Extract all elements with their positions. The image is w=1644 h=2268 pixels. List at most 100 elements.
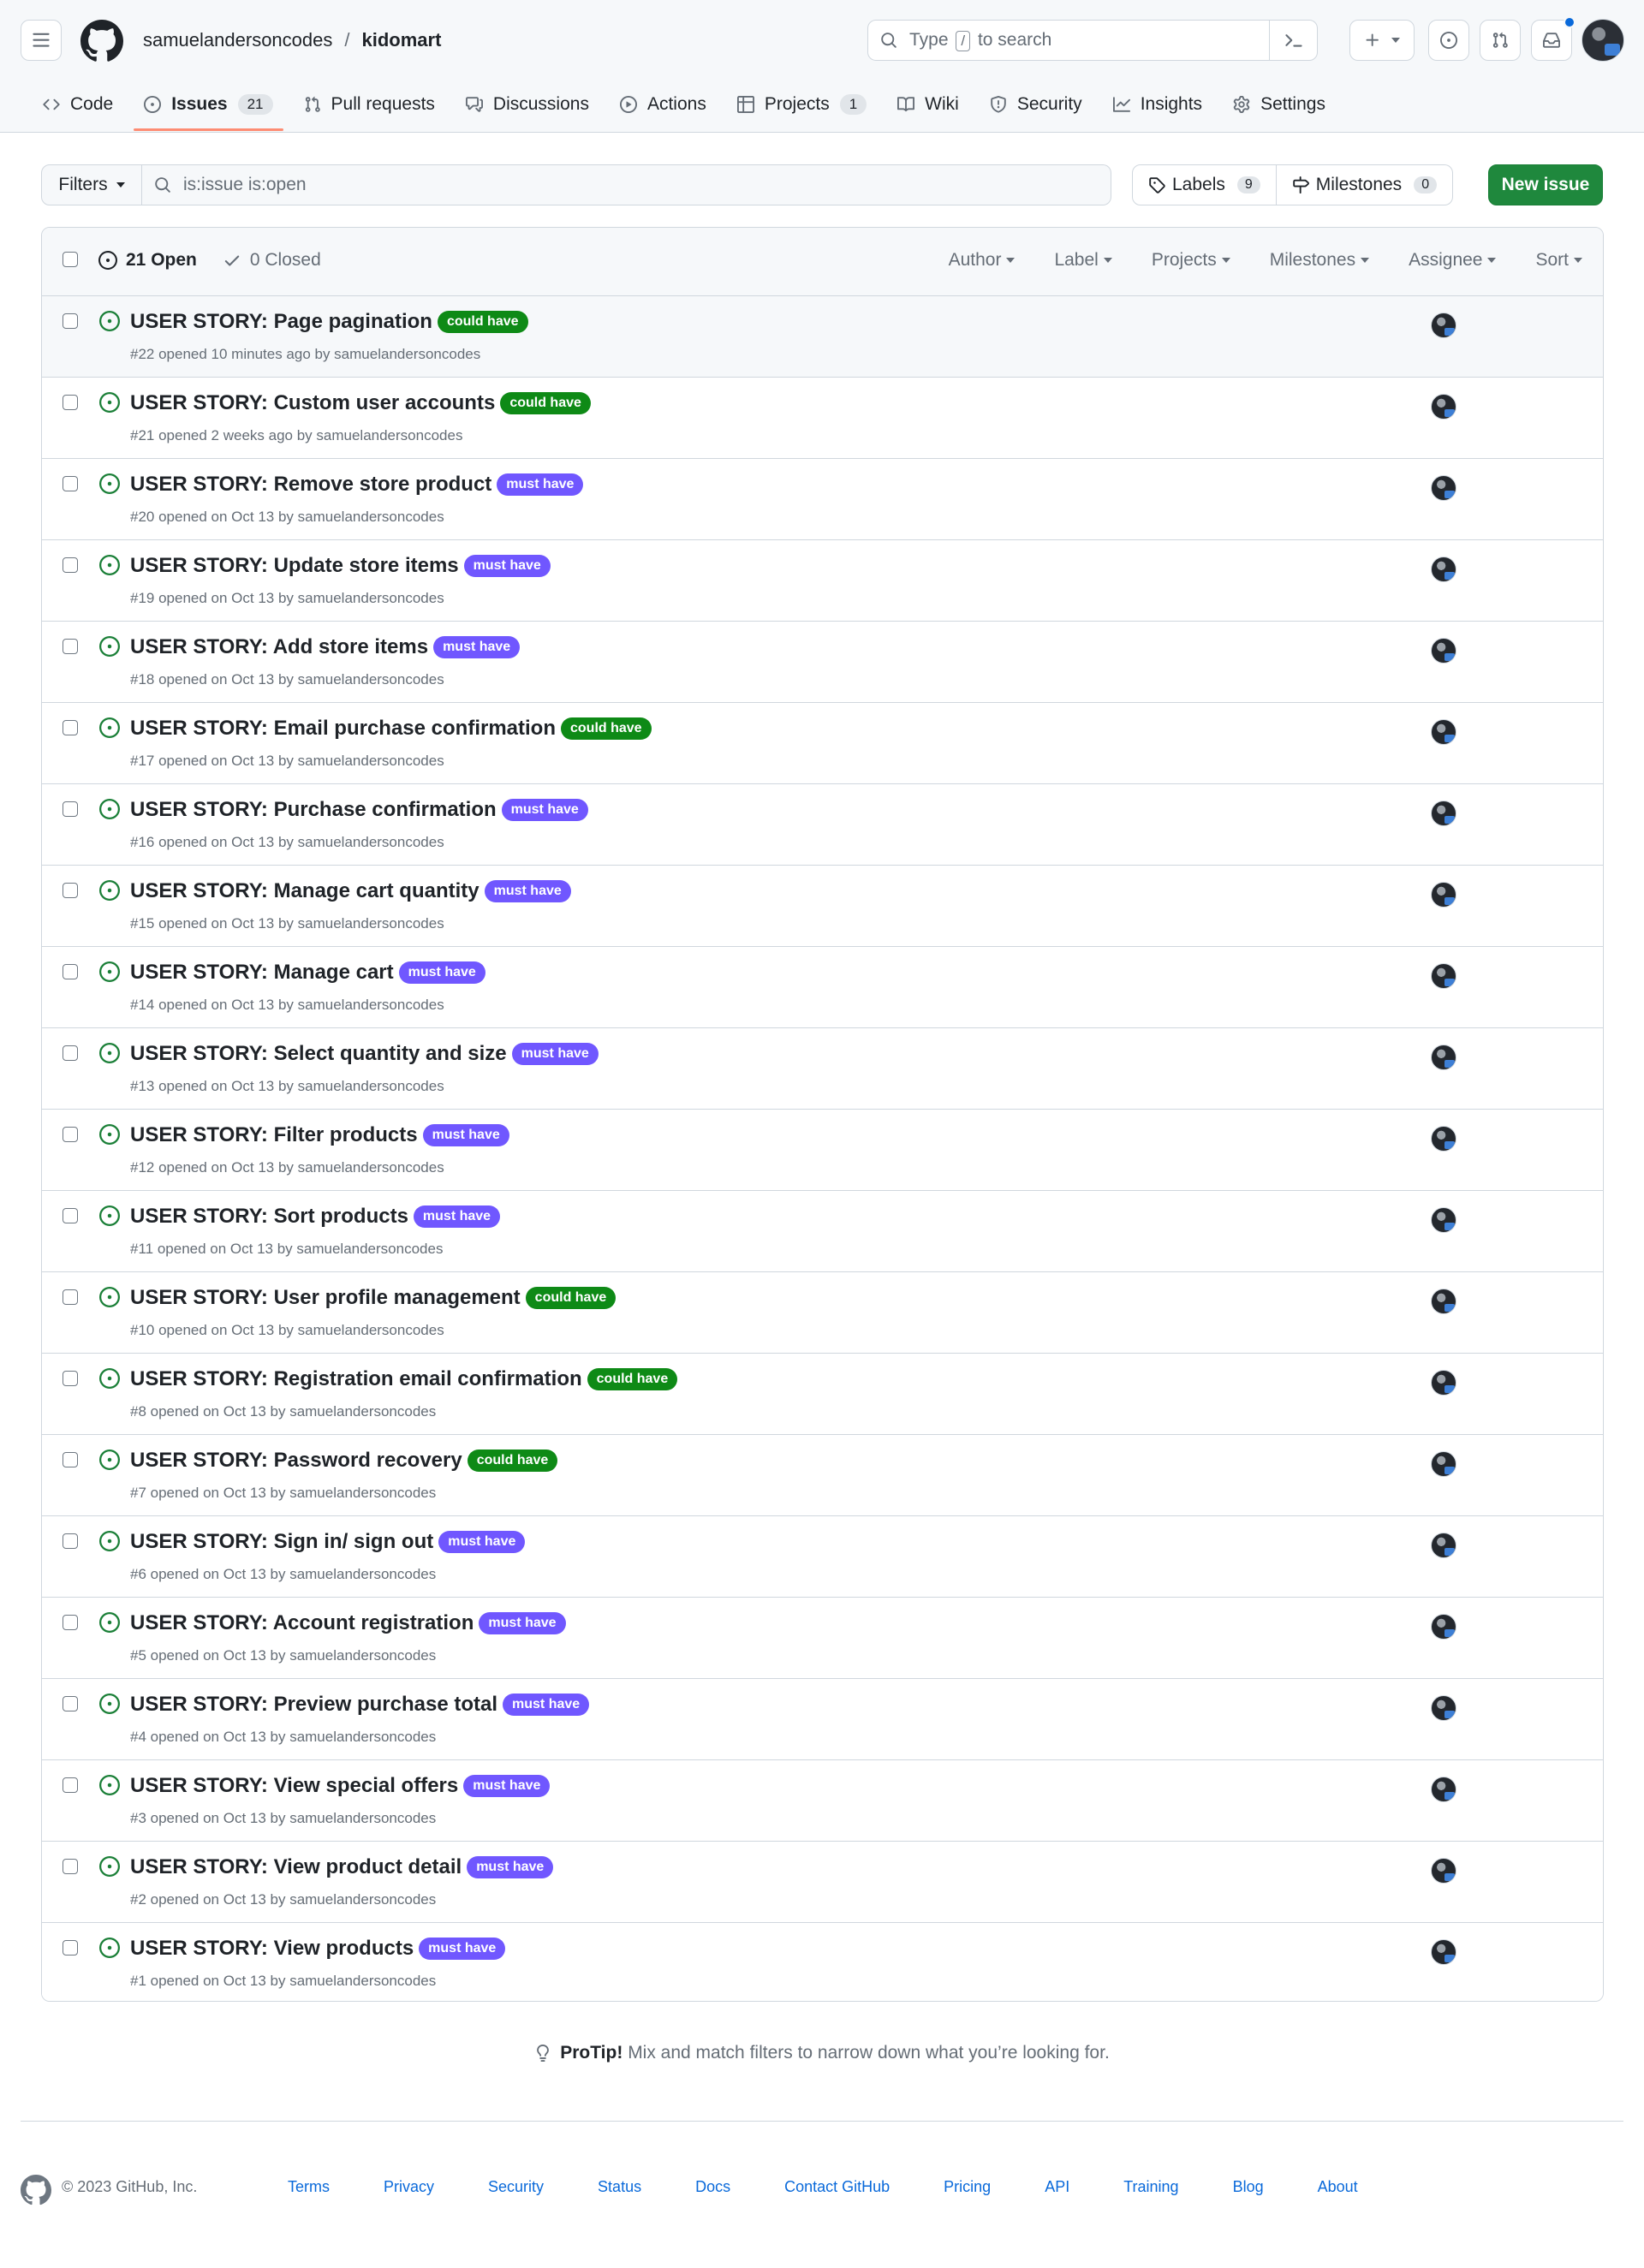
issue-label[interactable]: could have (525, 1287, 616, 1309)
issues-shortcut-button[interactable] (1428, 20, 1469, 61)
footer-link[interactable]: Contact GitHub (784, 2178, 890, 2196)
issue-row[interactable]: USER STORY: Sort products must have #11 op… (42, 1191, 1603, 1272)
issue-row[interactable]: USER STORY: Purchase confirmation must ha… (42, 784, 1603, 866)
assignee-avatar[interactable] (1431, 1289, 1456, 1314)
issue-title-link[interactable]: USER STORY: Update store items (130, 554, 459, 578)
issue-row[interactable]: USER STORY: Select quantity and size must… (42, 1028, 1603, 1110)
issue-label[interactable]: must have (419, 1938, 506, 1960)
issue-row[interactable]: USER STORY: View products must have #1 ope… (42, 1923, 1603, 2001)
issue-label[interactable]: could have (587, 1368, 678, 1390)
assignee-avatar[interactable] (1431, 1207, 1456, 1233)
assignee-avatar[interactable] (1431, 557, 1456, 582)
github-logo-icon[interactable] (80, 20, 123, 63)
issue-row[interactable]: USER STORY: User profile management could… (42, 1272, 1603, 1354)
issue-title-link[interactable]: USER STORY: User profile management (130, 1286, 521, 1310)
tab-pull-requests[interactable]: Pull requests (289, 86, 450, 123)
issue-title-link[interactable]: USER STORY: Filter products (130, 1123, 418, 1147)
issue-row[interactable]: USER STORY: Sign in/ sign out must have #6… (42, 1516, 1603, 1598)
issue-checkbox[interactable] (63, 1127, 78, 1142)
issue-title-link[interactable]: USER STORY: Remove store product (130, 473, 491, 497)
issue-row[interactable]: USER STORY: Manage cart quantity must hav… (42, 866, 1603, 947)
issue-search-input[interactable]: is:issue is:open (142, 164, 1111, 205)
footer-link[interactable]: Docs (695, 2178, 730, 2196)
closed-issues-link[interactable]: 0 Closed (223, 250, 321, 271)
issue-row[interactable]: USER STORY: Update store items must have #… (42, 540, 1603, 622)
sort-filter[interactable]: Sort (1535, 250, 1582, 271)
issue-checkbox[interactable] (63, 1289, 78, 1305)
issue-title-link[interactable]: USER STORY: Custom user accounts (130, 391, 495, 415)
select-all-checkbox[interactable] (63, 252, 78, 267)
tab-projects[interactable]: Projects 1 (722, 86, 882, 123)
issue-checkbox[interactable] (63, 1045, 78, 1061)
issue-label[interactable]: must have (463, 1775, 551, 1797)
issue-row[interactable]: USER STORY: Filter products must have #12 … (42, 1110, 1603, 1191)
issue-checkbox[interactable] (63, 1696, 78, 1711)
assignee-avatar[interactable] (1431, 1614, 1456, 1640)
footer-link[interactable]: Status (598, 2178, 641, 2196)
milestones-filter[interactable]: Milestones (1270, 250, 1370, 271)
issue-checkbox[interactable] (63, 1859, 78, 1874)
assignee-avatar[interactable] (1431, 475, 1456, 501)
assignee-avatar[interactable] (1431, 719, 1456, 745)
issue-checkbox[interactable] (63, 720, 78, 735)
issue-title-link[interactable]: USER STORY: Sign in/ sign out (130, 1530, 433, 1554)
command-palette-button[interactable] (1269, 21, 1317, 60)
tab-discussions[interactable]: Discussions (450, 86, 605, 123)
assignee-avatar[interactable] (1431, 1126, 1456, 1152)
issue-title-link[interactable]: USER STORY: View product detail (130, 1855, 462, 1879)
assignee-avatar[interactable] (1431, 394, 1456, 420)
issue-label[interactable]: must have (501, 799, 588, 821)
footer-link[interactable]: Training (1123, 2178, 1178, 2196)
issue-label[interactable]: must have (438, 1531, 526, 1553)
issue-row[interactable]: USER STORY: Password recovery could have #… (42, 1435, 1603, 1516)
global-search-input[interactable]: Type / to search (867, 20, 1318, 61)
footer-link[interactable]: Pricing (944, 2178, 991, 2196)
issue-label[interactable]: could have (500, 392, 591, 414)
projects-filter[interactable]: Projects (1152, 250, 1230, 271)
issue-title-link[interactable]: USER STORY: Manage cart (130, 961, 394, 985)
footer-link[interactable]: Privacy (384, 2178, 434, 2196)
issue-title-link[interactable]: USER STORY: Sort products (130, 1205, 408, 1229)
issue-checkbox[interactable] (63, 639, 78, 654)
issue-row[interactable]: USER STORY: Email purchase confirmation c… (42, 703, 1603, 784)
assignee-filter[interactable]: Assignee (1409, 250, 1497, 271)
assignee-avatar[interactable] (1431, 1451, 1456, 1477)
tab-wiki[interactable]: Wiki (882, 86, 974, 123)
tab-actions[interactable]: Actions (605, 86, 722, 123)
issue-title-link[interactable]: USER STORY: View products (130, 1937, 414, 1961)
assignee-avatar[interactable] (1431, 638, 1456, 664)
issue-row[interactable]: USER STORY: Add store items must have #18 … (42, 622, 1603, 703)
issue-label[interactable]: must have (503, 1694, 590, 1716)
issue-checkbox[interactable] (63, 557, 78, 573)
issue-title-link[interactable]: USER STORY: Account registration (130, 1611, 474, 1635)
issue-label[interactable]: must have (463, 555, 551, 577)
user-avatar[interactable] (1581, 19, 1624, 62)
breadcrumb-owner[interactable]: samuelandersoncodes (143, 29, 332, 51)
issue-label[interactable]: must have (422, 1124, 509, 1146)
author-filter[interactable]: Author (949, 250, 1016, 271)
issue-row[interactable]: USER STORY: View special offers must have… (42, 1760, 1603, 1842)
issue-label[interactable]: must have (433, 636, 521, 658)
assignee-avatar[interactable] (1431, 1695, 1456, 1721)
milestones-button[interactable]: Milestones 0 (1276, 164, 1454, 205)
issue-row[interactable]: USER STORY: Preview purchase total must h… (42, 1679, 1603, 1760)
assignee-avatar[interactable] (1431, 1533, 1456, 1558)
notifications-button[interactable] (1531, 16, 1576, 61)
issue-row[interactable]: USER STORY: Custom user accounts could ha… (42, 378, 1603, 459)
new-issue-button[interactable]: New issue (1488, 164, 1603, 205)
issue-title-link[interactable]: USER STORY: View special offers (130, 1774, 458, 1798)
issue-label[interactable]: must have (511, 1043, 599, 1065)
footer-link[interactable]: Security (488, 2178, 544, 2196)
issue-title-link[interactable]: USER STORY: Purchase confirmation (130, 798, 497, 822)
issue-row[interactable]: USER STORY: Registration email confirmat… (42, 1354, 1603, 1435)
tab-security[interactable]: Security (974, 86, 1098, 123)
issue-checkbox[interactable] (63, 313, 78, 329)
assignee-avatar[interactable] (1431, 963, 1456, 989)
assignee-avatar[interactable] (1431, 1777, 1456, 1802)
issue-label[interactable]: must have (484, 880, 571, 902)
assignee-avatar[interactable] (1431, 1858, 1456, 1884)
footer-link[interactable]: About (1318, 2178, 1358, 2196)
issue-checkbox[interactable] (63, 801, 78, 817)
labels-button[interactable]: Labels 9 (1132, 164, 1277, 205)
issue-title-link[interactable]: USER STORY: Email purchase confirmation (130, 717, 556, 741)
